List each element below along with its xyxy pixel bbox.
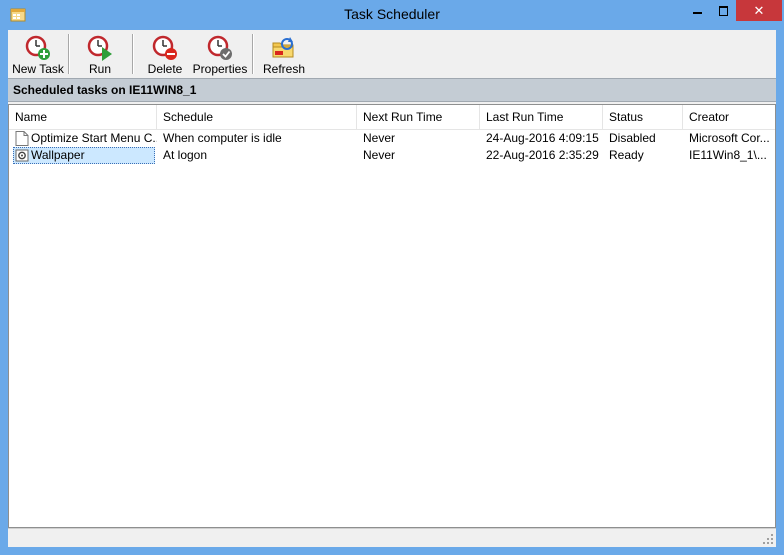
table-row[interactable]: Wallpaper At logon Never 22-Aug-2016 2:3…	[9, 147, 775, 164]
maximize-button[interactable]	[710, 0, 736, 21]
task-name: Optimize Start Menu C...	[31, 131, 157, 145]
delete-button[interactable]: Delete	[142, 32, 188, 76]
refresh-label: Refresh	[262, 62, 306, 76]
minimize-icon	[693, 12, 702, 14]
table-row[interactable]: Optimize Start Menu C... When computer i…	[9, 130, 775, 147]
task-status: Ready	[609, 148, 644, 162]
section-title: Scheduled tasks on IE11WIN8_1	[13, 83, 197, 97]
column-next-run-time[interactable]: Next Run Time	[357, 105, 480, 129]
task-status: Disabled	[609, 131, 656, 145]
properties-button[interactable]: Properties	[192, 32, 248, 76]
task-last-run: 22-Aug-2016 2:35:29	[486, 148, 599, 162]
title-bar[interactable]: Task Scheduler ✕	[0, 0, 784, 30]
run-label: Run	[88, 62, 111, 76]
new-task-button[interactable]: New Task	[10, 32, 66, 76]
column-status[interactable]: Status	[603, 105, 683, 129]
toolbar-separator	[68, 34, 70, 74]
refresh-button[interactable]: Refresh	[260, 32, 308, 76]
task-schedule: When computer is idle	[163, 131, 282, 145]
properties-label: Properties	[192, 62, 248, 76]
toolbar-separator	[252, 34, 254, 74]
task-creator: Microsoft Cor...	[689, 131, 770, 145]
clock-properties-icon	[207, 35, 232, 60]
task-next-run: Never	[363, 148, 396, 162]
column-last-run-time[interactable]: Last Run Time	[480, 105, 603, 129]
new-task-label: New Task	[12, 62, 64, 76]
column-creator[interactable]: Creator	[683, 105, 775, 129]
window-title: Task Scheduler	[344, 6, 440, 22]
clock-delete-icon	[152, 35, 177, 60]
task-schedule: At logon	[163, 148, 208, 162]
maximize-icon	[719, 6, 728, 16]
folder-refresh-icon	[272, 37, 294, 58]
delete-label: Delete	[147, 62, 183, 76]
clock-run-icon	[87, 35, 112, 61]
run-button[interactable]: Run	[76, 32, 124, 76]
minimize-button[interactable]	[684, 0, 710, 21]
section-header: Scheduled tasks on IE11WIN8_1	[8, 78, 776, 102]
task-name: Wallpaper	[31, 148, 85, 162]
client-area: New Task Run Delete Properties Refresh S…	[8, 30, 776, 547]
column-name[interactable]: Name	[9, 105, 157, 129]
close-button[interactable]: ✕	[736, 0, 782, 21]
task-next-run: Never	[363, 131, 396, 145]
task-last-run: 24-Aug-2016 4:09:15	[486, 131, 599, 145]
task-creator: IE11Win8_1\...	[689, 148, 767, 162]
status-bar	[8, 528, 776, 547]
app-window: Task Scheduler ✕ New Task Run Delete Pro…	[0, 0, 784, 555]
toolbar-separator	[132, 34, 134, 74]
task-list[interactable]: Name Schedule Next Run Time Last Run Tim…	[8, 104, 776, 528]
clock-add-icon	[25, 35, 50, 60]
resize-grip-icon[interactable]	[762, 533, 774, 545]
column-schedule[interactable]: Schedule	[157, 105, 357, 129]
close-icon: ✕	[753, 3, 765, 18]
toolbar: New Task Run Delete Properties Refresh	[8, 30, 776, 78]
column-header: Name Schedule Next Run Time Last Run Tim…	[9, 105, 775, 130]
